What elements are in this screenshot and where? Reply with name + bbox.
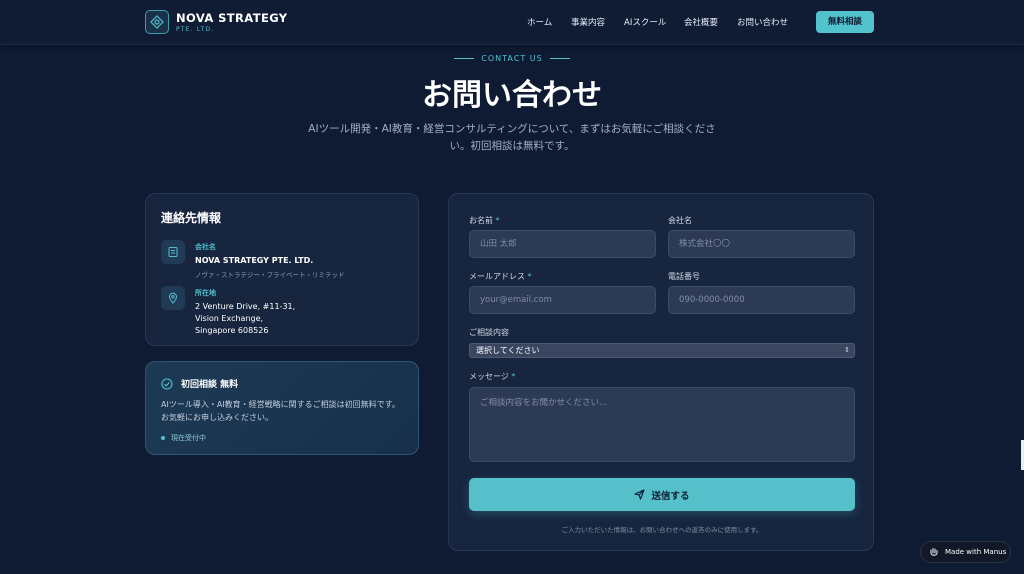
contact-info-card: 連絡先情報 会社名 NOVA STRATEGY PTE. LTD. ノヴァ・スト…: [145, 193, 419, 346]
phone-label: 電話番号: [668, 272, 700, 281]
contact-info-title: 連絡先情報: [161, 211, 222, 225]
company-sub: ノヴァ・ストラテジー・プライベート・リミテッド: [195, 271, 345, 279]
logo-icon: [145, 10, 169, 34]
address-label: 所在地: [195, 289, 216, 297]
company-info-row: 会社名 NOVA STRATEGY PTE. LTD. ノヴァ・ストラテジー・プ…: [161, 240, 345, 279]
eyebrow-line-left: [454, 58, 475, 59]
manus-badge-label: Made with Manus: [945, 548, 1007, 556]
page-title: お問い合わせ: [422, 78, 602, 113]
building-icon: [161, 240, 185, 264]
nav-item-company[interactable]: 会社概要: [684, 16, 718, 28]
company-label: 会社名: [195, 243, 216, 251]
made-with-manus-badge[interactable]: Made with Manus: [920, 541, 1011, 563]
company-field-label: 会社名: [668, 216, 692, 225]
location-pin-icon: [161, 286, 185, 310]
eyebrow-text: CONTACT US: [481, 54, 543, 63]
submit-button[interactable]: 送信する: [469, 478, 855, 511]
brand-sub: PTE. LTD.: [176, 26, 215, 33]
free-consult-card: 初回相談 無料 AIツール導入・AI教育・経営戦略に関するご相談は初回無料です。…: [145, 361, 419, 455]
consult-status-text: 現在受付中: [171, 434, 206, 442]
privacy-note: ご入力いただいた情報は、お問い合わせへの返答のみに使用します。: [561, 526, 763, 534]
company-value: NOVA STRATEGY PTE. LTD.: [195, 256, 314, 265]
message-required-mark: *: [511, 372, 516, 381]
brand-name: NOVA STRATEGY: [176, 11, 288, 25]
free-consult-button[interactable]: 無料相談: [816, 11, 874, 33]
section-eyebrow: CONTACT US: [0, 54, 1024, 63]
address-info-row: 所在地 2 Venture Drive, #11-31, Vision Exch…: [161, 286, 295, 337]
nav-item-ai-school[interactable]: AIスクール: [624, 16, 666, 28]
check-circle-icon: [161, 377, 173, 390]
message-label: メッセージ *: [469, 371, 515, 382]
send-icon: [634, 489, 646, 500]
manus-hand-icon: [930, 548, 938, 556]
nav-item-home[interactable]: ホーム: [527, 16, 552, 28]
email-input[interactable]: [469, 286, 656, 314]
address-line-2: Vision Exchange,: [195, 314, 264, 323]
inquiry-selected: 選択してください: [476, 346, 540, 355]
name-input[interactable]: [469, 230, 656, 258]
name-label: お名前 *: [469, 215, 500, 226]
address-line-3: Singapore 608526: [195, 326, 269, 335]
page-lead: AIツール開発・AI教育・経営コンサルティングについて、まずはお気軽にご相談くだ…: [308, 123, 716, 152]
submit-label: 送信する: [651, 490, 690, 502]
message-label-text: メッセージ: [469, 372, 509, 381]
name-label-text: お名前: [469, 216, 493, 225]
phone-input[interactable]: [668, 286, 855, 314]
message-textarea[interactable]: [469, 387, 855, 462]
address-line-1: 2 Venture Drive, #11-31,: [195, 302, 296, 311]
consult-title-row: 初回相談 無料: [161, 377, 238, 390]
site-header: NOVA STRATEGY PTE. LTD. ホーム 事業内容 AIスクール …: [0, 0, 1024, 45]
inquiry-label: ご相談内容: [469, 328, 509, 337]
consult-description: AIツール導入・AI教育・経営戦略に関するご相談は初回無料です。お気軽にお申し込…: [161, 400, 400, 422]
consult-title: 初回相談 無料: [181, 380, 239, 390]
eyebrow-line-right: [549, 58, 570, 59]
email-label-text: メールアドレス: [469, 272, 525, 281]
address-value: 2 Venture Drive, #11-31, Vision Exchange…: [195, 301, 295, 337]
consult-status: 現在受付中: [161, 433, 206, 443]
email-label: メールアドレス *: [469, 271, 532, 282]
name-required-mark: *: [495, 216, 500, 225]
contact-form: お名前 * 会社名 メールアドレス * 電話番号 ご相談内容 選択してください …: [448, 193, 874, 551]
nav-item-contact[interactable]: お問い合わせ: [737, 16, 788, 28]
brand-logo[interactable]: NOVA STRATEGY PTE. LTD.: [145, 10, 288, 34]
nav-item-services[interactable]: 事業内容: [571, 16, 605, 28]
select-arrows-icon: ⇕: [844, 346, 850, 354]
company-input[interactable]: [668, 230, 855, 258]
email-required-mark: *: [527, 272, 532, 281]
inquiry-select[interactable]: 選択してください ⇕: [469, 343, 855, 358]
status-dot: [161, 436, 165, 440]
